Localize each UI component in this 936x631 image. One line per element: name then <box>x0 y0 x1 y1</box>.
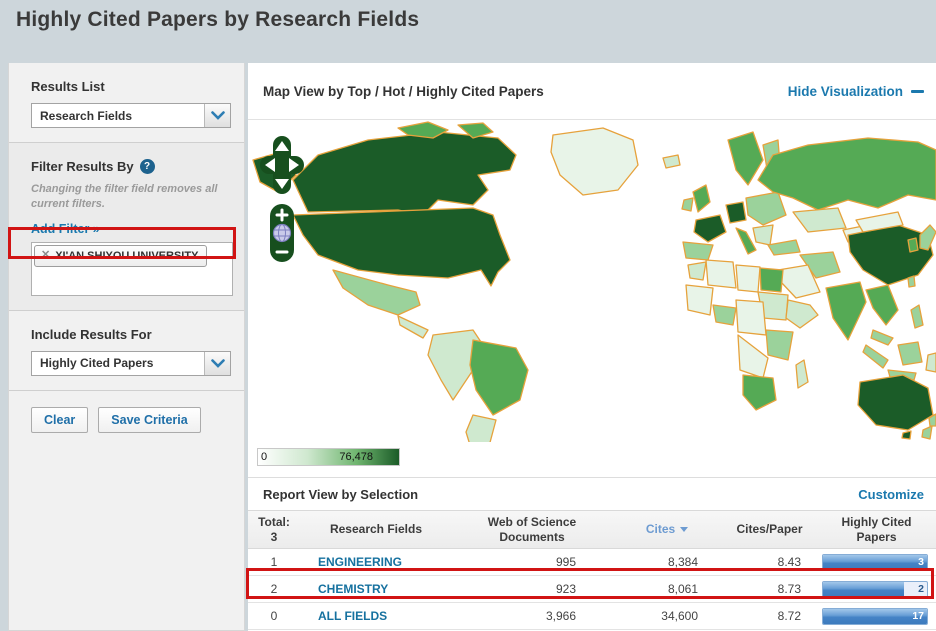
map-view-title: Map View by Top / Hot / Highly Cited Pap… <box>263 83 544 99</box>
highly-cited-bar: 2 <box>822 580 928 598</box>
column-header-cites-per-paper: Cites/Paper <box>736 522 803 537</box>
include-results-dropdown-value: Highly Cited Papers <box>40 356 154 371</box>
hide-visualization-link[interactable]: Hide Visualization <box>788 84 924 99</box>
map-header: Map View by Top / Hot / Highly Cited Pap… <box>248 63 936 120</box>
cites-cell: 8,384 <box>667 555 698 569</box>
rank-cell: 0 <box>270 609 278 623</box>
results-list-dropdown[interactable]: Research Fields <box>31 103 231 128</box>
sidebar: Results List Research Fields Filter Resu… <box>8 63 245 631</box>
highly-cited-bar: 17 <box>822 607 928 625</box>
table-row-chemistry: 2 CHEMISTRY 923 8,061 8.73 2 <box>248 576 936 603</box>
highly-cited-value: 3 <box>918 555 924 568</box>
filter-results-by-label: Filter Results By <box>31 159 134 174</box>
column-header-cites[interactable]: Cites <box>612 522 722 536</box>
page-header: Highly Cited Papers by Research Fields <box>0 0 936 62</box>
chevron-down-icon[interactable] <box>204 104 230 127</box>
choropleth-map[interactable] <box>248 120 936 442</box>
color-scale: 0 76,478 <box>257 448 400 466</box>
collapse-icon[interactable] <box>911 89 924 93</box>
field-link[interactable]: ALL FIELDS <box>318 609 387 623</box>
report-table: Total: 3 Research Fields Web of Science … <box>248 510 936 630</box>
column-header-research-fields: Research Fields <box>329 522 423 537</box>
sort-desc-icon[interactable] <box>680 526 689 532</box>
highly-cited-value: 2 <box>918 582 924 595</box>
results-list-section: Results List Research Fields <box>9 63 244 142</box>
cites-per-paper-cell: 8.43 <box>777 555 801 569</box>
world-map[interactable] <box>248 120 936 442</box>
include-results-section: Include Results For Highly Cited Papers <box>9 311 244 390</box>
field-link[interactable]: CHEMISTRY <box>318 582 388 596</box>
scale-max-label: 76,478 <box>339 451 373 463</box>
field-link[interactable]: ENGINEERING <box>318 555 402 569</box>
rank-cell: 2 <box>270 582 278 596</box>
report-view-title: Report View by Selection <box>263 486 419 502</box>
rank-cell: 1 <box>270 555 278 569</box>
filter-chip[interactable]: ✕ XI'AN SHIYOU UNIVERSITY <box>34 244 208 267</box>
screen: Highly Cited Papers by Research Fields R… <box>0 0 936 631</box>
save-criteria-button[interactable]: Save Criteria <box>98 406 201 433</box>
table-header-row: Total: 3 Research Fields Web of Science … <box>248 510 936 549</box>
cites-cell: 34,600 <box>661 609 698 623</box>
scale-min-label: 0 <box>261 451 268 463</box>
report-header: Report View by Selection Customize <box>248 477 936 510</box>
column-header-documents: Web of Science Documents <box>487 515 577 544</box>
total-header: Total: 3 <box>258 515 290 544</box>
filter-section: Filter Results By ? Changing the filter … <box>9 143 244 310</box>
cites-per-paper-cell: 8.72 <box>777 609 801 623</box>
chevron-down-icon[interactable] <box>204 351 230 375</box>
include-results-dropdown[interactable]: Highly Cited Papers <box>31 350 231 376</box>
map-controls[interactable] <box>260 136 304 264</box>
sidebar-buttons: Clear Save Criteria <box>9 391 244 447</box>
main-panel: Map View by Top / Hot / Highly Cited Pap… <box>248 63 936 631</box>
clear-button[interactable]: Clear <box>31 406 89 433</box>
documents-cell: 3,966 <box>545 609 576 623</box>
results-list-label: Results List <box>31 79 105 94</box>
column-header-highly-cited: Highly Cited Papers <box>841 515 912 544</box>
page-title: Highly Cited Papers by Research Fields <box>16 8 420 31</box>
add-filter-link[interactable]: Add Filter » <box>31 222 100 236</box>
zoom-control <box>270 204 294 262</box>
documents-cell: 923 <box>555 582 576 596</box>
help-icon[interactable]: ? <box>139 159 155 174</box>
results-list-dropdown-value: Research Fields <box>40 108 133 123</box>
documents-cell: 995 <box>555 555 576 569</box>
highly-cited-value: 17 <box>912 609 924 622</box>
map-scale-row: 0 76,478 <box>248 442 936 477</box>
table-row-engineering: 1 ENGINEERING 995 8,384 8.43 3 <box>248 549 936 576</box>
highly-cited-bar: 3 <box>822 553 928 571</box>
include-results-label: Include Results For <box>31 326 152 342</box>
table-row-all-fields: 0 ALL FIELDS 3,966 34,600 8.72 17 <box>248 603 936 630</box>
filter-note: Changing the filter field removes all cu… <box>31 183 218 210</box>
filter-chip-label: XI'AN SHIYOU UNIVERSITY <box>55 249 199 262</box>
cites-cell: 8,061 <box>667 582 698 596</box>
customize-link[interactable]: Customize <box>858 487 924 502</box>
cites-per-paper-cell: 8.73 <box>777 582 801 596</box>
globe-icon <box>272 223 292 243</box>
hide-visualization-label: Hide Visualization <box>787 83 903 99</box>
active-filters-box: ✕ XI'AN SHIYOU UNIVERSITY <box>31 241 233 296</box>
pan-control <box>260 136 304 194</box>
remove-filter-icon[interactable]: ✕ <box>41 250 50 261</box>
